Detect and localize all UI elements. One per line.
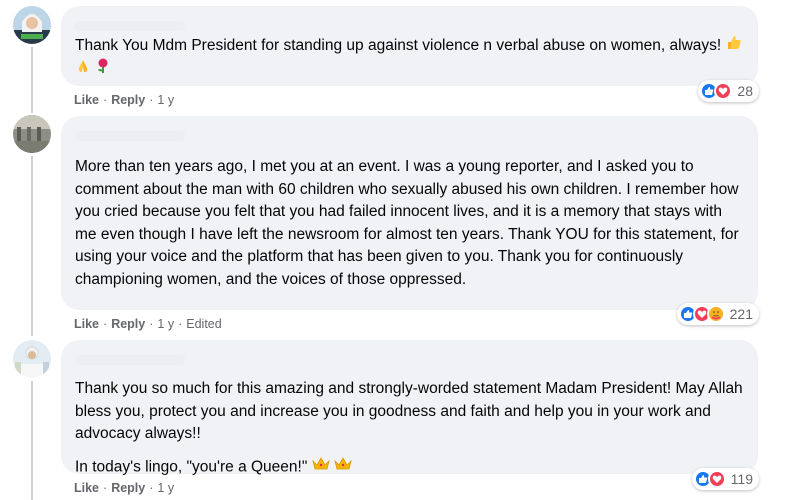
comment-actions: Like · Reply · 1 y — [74, 481, 175, 495]
thread-line — [31, 381, 33, 500]
avatar[interactable] — [13, 340, 51, 378]
reaction-count: 221 — [729, 306, 753, 322]
reaction-summary[interactable]: 119 — [691, 468, 759, 490]
avatar[interactable] — [13, 6, 51, 44]
thumbs-up-icon — [726, 34, 742, 58]
timestamp[interactable]: 1 y — [157, 317, 174, 331]
timestamp[interactable]: 1 y — [157, 481, 174, 495]
comment-paragraph: Thank you so much for this amazing and s… — [75, 380, 743, 442]
crown-icon — [334, 456, 352, 479]
comment-paragraph: In today's lingo, "you're a Queen!" — [75, 456, 744, 479]
author-name-redacted[interactable] — [75, 128, 205, 144]
comment-text: Thank You Mdm President for standing up … — [75, 34, 744, 81]
like-button[interactable]: Like — [74, 93, 99, 107]
author-name-redacted[interactable] — [75, 18, 205, 34]
reaction-count: 28 — [737, 83, 753, 99]
like-button[interactable]: Like — [74, 481, 99, 495]
care-icon — [706, 305, 725, 323]
comment-text: Thank you so much for this amazing and s… — [75, 368, 744, 478]
comment-bubble: More than ten years ago, I met you at an… — [61, 116, 758, 310]
like-button[interactable]: Like — [74, 317, 99, 331]
comment-text: More than ten years ago, I met you at an… — [75, 158, 739, 288]
reply-button[interactable]: Reply — [111, 481, 145, 495]
author-name-redacted[interactable] — [75, 352, 205, 368]
love-icon — [707, 470, 726, 488]
comment-bubble: Thank you so much for this amazing and s… — [61, 340, 758, 475]
comment-bubble: Thank You Mdm President for standing up … — [61, 6, 758, 86]
reply-button[interactable]: Reply — [111, 93, 145, 107]
comment-actions: Like · Reply · 1 y — [74, 93, 175, 107]
avatar[interactable] — [13, 115, 51, 153]
reaction-count: 119 — [730, 471, 753, 487]
comment-actions: Like · Reply · 1 y · Edited — [74, 317, 222, 331]
reaction-summary[interactable]: 28 — [698, 80, 759, 102]
timestamp[interactable]: 1 y — [157, 93, 174, 107]
reaction-summary[interactable]: 221 — [676, 303, 759, 325]
rose-icon — [95, 58, 111, 82]
crown-icon — [311, 456, 330, 479]
thread-line — [31, 156, 33, 336]
thread-line — [31, 47, 33, 113]
love-icon — [714, 82, 733, 100]
reply-button[interactable]: Reply — [111, 317, 145, 331]
edited-label: Edited — [186, 317, 222, 331]
folded-hands-icon — [75, 58, 91, 82]
